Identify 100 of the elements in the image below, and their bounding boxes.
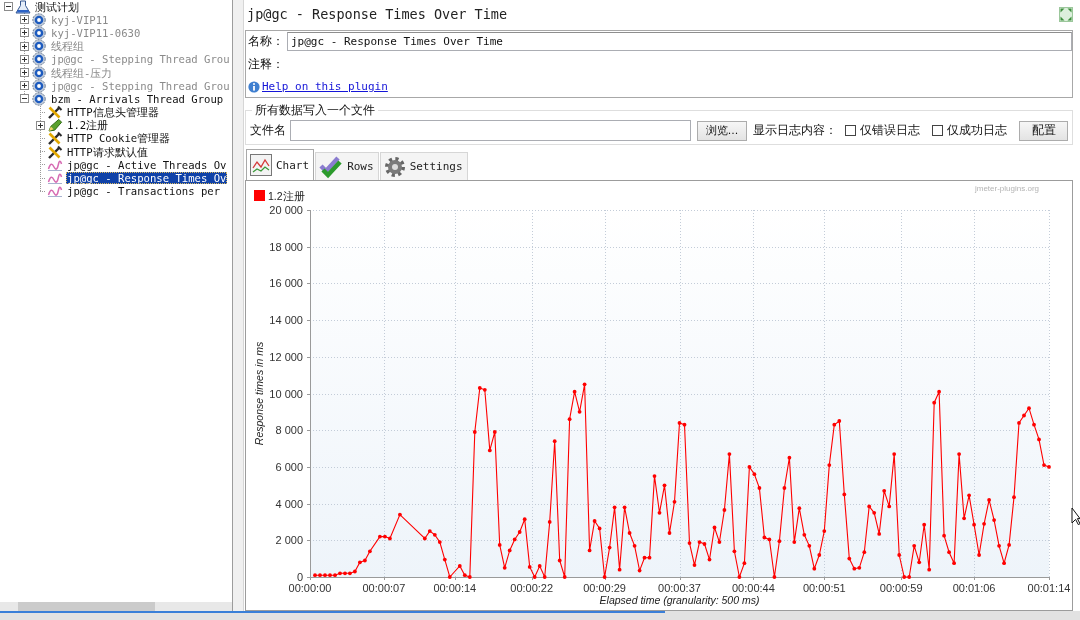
data-point [692, 563, 697, 567]
checkbox-label[interactable]: 仅成功日志 [947, 122, 1007, 139]
data-point [422, 536, 427, 541]
help-link[interactable]: Help on this plugin [262, 80, 388, 93]
data-point [457, 564, 462, 568]
file-name-field[interactable] [290, 120, 691, 141]
data-point [597, 526, 602, 531]
flask-icon [15, 0, 31, 14]
data-point [442, 557, 447, 562]
data-point [972, 522, 976, 527]
data-point [737, 575, 742, 579]
data-point [817, 553, 822, 557]
tab[interactable]: Rows [315, 152, 379, 180]
data-point [532, 575, 537, 579]
gear-icon [31, 91, 47, 106]
x-tick-label: 00:00:37 [658, 582, 701, 594]
y-tick-label: 6 000 [275, 460, 303, 473]
y-tick-label: 0 [296, 571, 303, 583]
y-tick-label: 4 000 [275, 497, 303, 510]
data-point [932, 400, 937, 405]
x-tick-label: 00:01:06 [952, 582, 996, 594]
scrollbar-thumb[interactable] [18, 602, 155, 611]
data-point [742, 561, 747, 566]
info-icon [248, 80, 260, 93]
pencil-icon [47, 118, 63, 133]
data-point [1012, 495, 1016, 500]
data-point [502, 565, 507, 570]
data-point [582, 382, 587, 387]
data-point [592, 519, 597, 523]
data-point [707, 557, 712, 562]
data-point [812, 566, 817, 571]
data-point [967, 493, 971, 498]
gear-icon [383, 155, 406, 178]
tree-item[interactable]: HTTP请求默认值 [66, 145, 149, 158]
y-tick-label: 8 000 [275, 424, 303, 437]
config-button[interactable]: 配置 [1019, 120, 1068, 141]
plus-box-icon[interactable] [36, 120, 45, 130]
checkbox[interactable] [845, 125, 856, 136]
gear-icon [31, 25, 47, 40]
data-point [577, 409, 582, 414]
horizontal-scrollbar[interactable] [0, 602, 232, 611]
data-point [672, 499, 677, 504]
data-point [398, 512, 402, 517]
tree-item[interactable]: jp@gc - Transactions per [66, 185, 222, 198]
expand-arrows-icon[interactable] [1059, 6, 1073, 22]
data-point [997, 543, 1001, 548]
tree-item[interactable]: HTTP信息头管理器 [66, 106, 160, 119]
data-point [537, 564, 542, 568]
data-point [712, 525, 717, 530]
data-point [782, 486, 787, 490]
minus-box-icon[interactable] [20, 94, 29, 104]
data-point [1002, 561, 1006, 566]
tab[interactable]: Settings [379, 152, 468, 180]
data-point [747, 465, 752, 469]
data-point [562, 575, 567, 579]
data-point [882, 488, 887, 493]
x-tick-label: 00:00:14 [433, 582, 477, 594]
data-point [632, 543, 637, 548]
data-point [472, 430, 477, 434]
data-point [772, 575, 777, 579]
legend-label: 1.2注册 [268, 190, 305, 202]
tree-item[interactable]: 1.2注册 [66, 119, 110, 132]
gear-icon [31, 39, 47, 54]
data-point [897, 553, 902, 557]
minus-box-icon[interactable] [4, 2, 13, 12]
checkbox[interactable] [932, 125, 943, 136]
x-tick-label: 00:00:44 [732, 582, 775, 594]
tree-item[interactable]: 测试计划 [34, 0, 80, 13]
data-point [757, 486, 762, 490]
data-point [497, 543, 502, 547]
x-tick-label: 00:01:14 [1027, 582, 1071, 594]
data-point [797, 506, 802, 511]
data-point [492, 430, 497, 434]
checkmark-icon [319, 154, 344, 179]
x-axis-title: Elapsed time (granularity: 500 ms) [599, 594, 760, 606]
data-point [787, 455, 792, 460]
data-point [777, 539, 782, 544]
data-point [447, 575, 452, 579]
data-point [752, 472, 757, 477]
y-tick-label: 14 000 [269, 314, 303, 327]
name-field[interactable]: jp@gc - Response Times Over Time [287, 32, 1072, 51]
data-point [487, 448, 492, 453]
tree-item[interactable]: jp@gc - Active Threads Ov [66, 158, 228, 171]
line-graph-icon [47, 184, 63, 199]
data-point [542, 575, 547, 579]
data-point [962, 516, 966, 521]
browse-button[interactable]: 浏览... [697, 120, 747, 141]
checkbox-label[interactable]: 仅错误日志 [860, 122, 920, 139]
data-point [1017, 421, 1021, 425]
line-chart-icon [250, 154, 272, 176]
tab[interactable]: Chart [246, 149, 315, 180]
tree-item[interactable]: bzm - Arrivals Thread Group [50, 92, 225, 105]
tree-item[interactable]: HTTP Cookie管理器 [66, 132, 172, 145]
data-point [1037, 437, 1041, 442]
line-graph-icon [47, 171, 63, 186]
data-point [912, 543, 917, 548]
y-tick-label: 16 000 [269, 277, 303, 290]
y-tick-label: 2 000 [275, 534, 303, 547]
y-tick-label: 10 000 [269, 387, 303, 400]
gear-icon [31, 65, 47, 80]
